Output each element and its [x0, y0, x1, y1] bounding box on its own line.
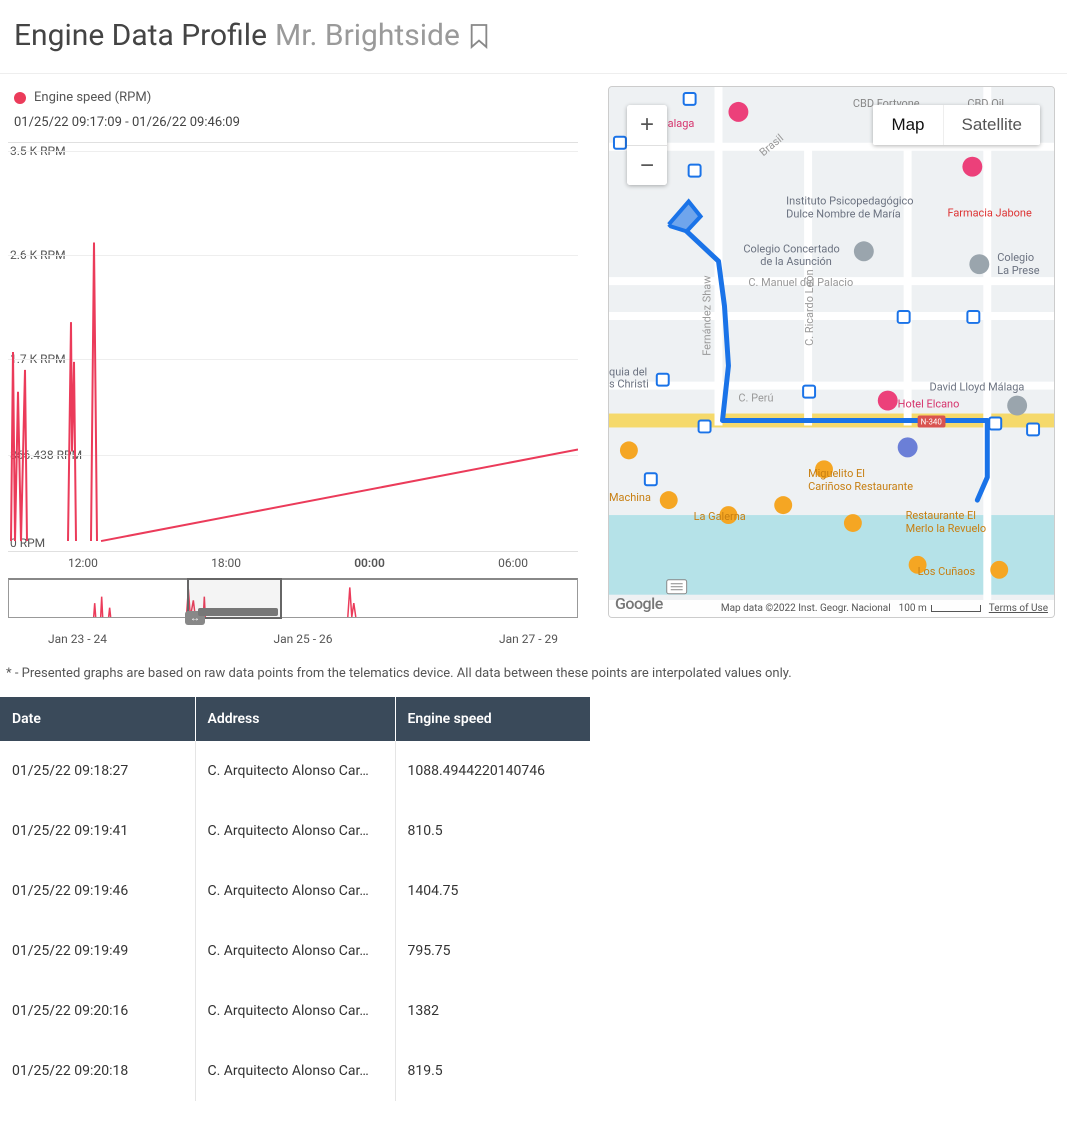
- overview-label: Jan 27 - 29: [499, 632, 558, 646]
- x-tick: 18:00: [211, 556, 241, 570]
- engine-speed-chart[interactable]: 3.5 K RPM 2.6 K RPM 1.7 K RPM 866.438 RP…: [8, 142, 578, 552]
- legend-label: Engine speed (RPM): [34, 90, 151, 105]
- svg-text:C. Perú: C. Perú: [738, 392, 773, 405]
- col-header-address[interactable]: Address: [195, 697, 395, 741]
- cell-address: C. Arquitecto Alonso Car…: [195, 861, 395, 921]
- svg-text:C. Ricardo León: C. Ricardo León: [803, 269, 816, 345]
- legend-dot-icon: [14, 92, 26, 104]
- cell-speed: 819.5: [395, 1041, 590, 1101]
- svg-text:La Galerna: La Galerna: [694, 510, 746, 523]
- svg-text:N-340: N-340: [921, 417, 943, 426]
- table-row[interactable]: 01/25/22 09:19:41C. Arquitecto Alonso Ca…: [0, 801, 590, 861]
- cell-speed: 1382: [395, 981, 590, 1041]
- svg-text:C. Manuel del Palacio: C. Manuel del Palacio: [748, 276, 853, 289]
- svg-text:Farmacia Jabone: Farmacia Jabone: [947, 206, 1032, 219]
- svg-text:Restaurante El: Restaurante El: [906, 509, 976, 522]
- cell-date: 01/25/22 09:19:41: [0, 801, 195, 861]
- overview-date-labels: Jan 23 - 24 Jan 25 - 26 Jan 27 - 29: [8, 616, 578, 646]
- svg-text:La Prese: La Prese: [997, 264, 1040, 277]
- cell-address: C. Arquitecto Alonso Car…: [195, 1041, 395, 1101]
- svg-text:Colegio Concertado: Colegio Concertado: [743, 242, 839, 255]
- table-row[interactable]: 01/25/22 09:19:49C. Arquitecto Alonso Ca…: [0, 921, 590, 981]
- cell-date: 01/25/22 09:20:16: [0, 981, 195, 1041]
- svg-text:Cariñoso Restaurante: Cariñoso Restaurante: [808, 480, 913, 493]
- cell-speed: 1088.4944220140746: [395, 741, 590, 801]
- map-type-satellite-button[interactable]: Satellite: [943, 105, 1040, 145]
- map[interactable]: sa Malaga CBD Fortyone CBD Oil Instituto…: [608, 86, 1055, 618]
- cell-date: 01/25/22 09:18:27: [0, 741, 195, 801]
- chart-date-range: 01/25/22 09:17:09 - 01/26/22 09:46:09: [8, 109, 588, 142]
- table-row[interactable]: 01/25/22 09:20:18C. Arquitecto Alonso Ca…: [0, 1041, 590, 1101]
- zoom-in-button[interactable]: +: [627, 105, 667, 145]
- google-logo: Google: [615, 594, 663, 613]
- chart-x-axis: 12:00 18:00 00:00 06:00: [8, 552, 588, 578]
- cell-address: C. Arquitecto Alonso Car…: [195, 741, 395, 801]
- svg-text:de la Asunción: de la Asunción: [760, 255, 832, 268]
- map-type-map-button[interactable]: Map: [873, 105, 942, 145]
- chart-footnote: * - Presented graphs are based on raw da…: [0, 646, 1067, 691]
- cell-address: C. Arquitecto Alonso Car…: [195, 981, 395, 1041]
- x-tick: 00:00: [354, 556, 385, 570]
- cell-speed: 795.75: [395, 921, 590, 981]
- svg-text:Colegio: Colegio: [997, 251, 1034, 264]
- map-attribution: Map data ©2022 Inst. Geogr. Nacional: [721, 603, 891, 614]
- table-row[interactable]: 01/25/22 09:18:27C. Arquitecto Alonso Ca…: [0, 741, 590, 801]
- svg-text:Miguelito El: Miguelito El: [808, 467, 865, 480]
- cell-date: 01/25/22 09:19:46: [0, 861, 195, 921]
- table-row[interactable]: 01/25/22 09:19:46C. Arquitecto Alonso Ca…: [0, 861, 590, 921]
- cell-speed: 1404.75: [395, 861, 590, 921]
- overview-label: Jan 23 - 24: [48, 632, 107, 646]
- svg-text:Hotel Elcano: Hotel Elcano: [898, 398, 960, 411]
- svg-text:Los Cuñaos: Los Cuñaos: [918, 565, 976, 578]
- svg-text:Dulce Nombre de María: Dulce Nombre de María: [786, 207, 901, 220]
- col-header-date[interactable]: Date: [0, 697, 195, 741]
- x-tick: 12:00: [68, 556, 98, 570]
- cell-date: 01/25/22 09:20:18: [0, 1041, 195, 1101]
- cell-speed: 810.5: [395, 801, 590, 861]
- overview-label: Jan 25 - 26: [274, 632, 333, 646]
- svg-text:Instituto Psicopedagógico: Instituto Psicopedagógico: [786, 194, 913, 207]
- svg-text:Machina: Machina: [609, 491, 651, 504]
- chart-legend: Engine speed (RPM): [8, 86, 588, 109]
- map-zoom-control: + −: [627, 105, 667, 185]
- map-terms-link[interactable]: Terms of Use: [989, 603, 1048, 614]
- cell-date: 01/25/22 09:19:49: [0, 921, 195, 981]
- page-subtitle: Mr. Brightside: [275, 18, 460, 53]
- bookmark-icon[interactable]: [468, 23, 490, 49]
- map-scale: 100 m: [899, 603, 981, 614]
- svg-text:s Christi: s Christi: [609, 378, 649, 391]
- table-row[interactable]: 01/25/22 09:20:16C. Arquitecto Alonso Ca…: [0, 981, 590, 1041]
- svg-text:Merlo la Revuelo: Merlo la Revuelo: [906, 522, 986, 535]
- x-tick: 06:00: [498, 556, 528, 570]
- map-type-toggle: Map Satellite: [873, 105, 1040, 145]
- col-header-speed[interactable]: Engine speed: [395, 697, 590, 741]
- page-header: Engine Data Profile Mr. Brightside: [0, 0, 1067, 74]
- cell-address: C. Arquitecto Alonso Car…: [195, 801, 395, 861]
- map-footer: Google Map data ©2022 Inst. Geogr. Nacio…: [609, 600, 1054, 617]
- data-table: Date Address Engine speed 01/25/22 09:18…: [0, 697, 590, 1101]
- page-title: Engine Data Profile: [14, 18, 267, 53]
- svg-text:Fernández Shaw: Fernández Shaw: [701, 276, 714, 356]
- zoom-out-button[interactable]: −: [627, 145, 667, 185]
- chart-plot: [8, 143, 578, 551]
- svg-text:David Lloyd Málaga: David Lloyd Málaga: [930, 381, 1025, 394]
- cell-address: C. Arquitecto Alonso Car…: [195, 921, 395, 981]
